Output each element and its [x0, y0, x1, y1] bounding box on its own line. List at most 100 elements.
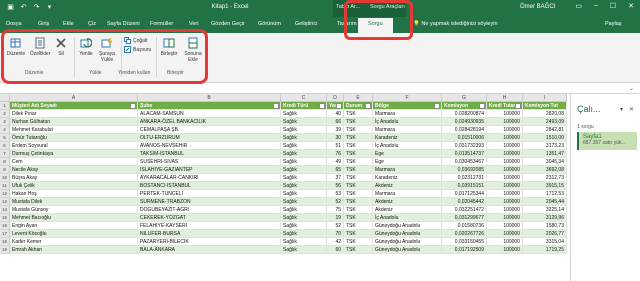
- table-cell[interactable]: 0,028200874: [442, 110, 487, 118]
- header-cell[interactable]: Komisyon Tut: [523, 102, 567, 110]
- maximize-icon[interactable]: ☐: [610, 2, 616, 10]
- table-cell[interactable]: Emrah Akhan: [10, 246, 138, 254]
- table-cell[interactable]: 0,020267726: [442, 230, 487, 238]
- table-cell[interactable]: 0,01510006: [442, 134, 487, 142]
- table-cell[interactable]: 3315,04: [523, 238, 567, 246]
- table-cell[interactable]: 70: [327, 230, 344, 238]
- table-cell[interactable]: Sağlık: [281, 118, 327, 126]
- tab-sayfa-duzeni[interactable]: Sayfa Düzeni: [107, 21, 140, 27]
- table-cell[interactable]: AYKARACALAR-CANKIRI: [138, 174, 281, 182]
- pane-dropdown-icon[interactable]: ▾: [620, 106, 623, 113]
- table-cell[interactable]: 100000: [487, 222, 523, 230]
- table-cell[interactable]: 2820,08: [523, 110, 567, 118]
- tab-veri[interactable]: Veri: [189, 21, 198, 27]
- table-cell[interactable]: İç Anadolu: [373, 142, 442, 150]
- row-number[interactable]: 7: [0, 150, 10, 158]
- share-button[interactable]: Paylaş: [605, 21, 622, 27]
- table-cell[interactable]: Karadeniz: [373, 174, 442, 182]
- table-cell[interactable]: 0,01580736: [442, 222, 487, 230]
- table-cell[interactable]: 100000: [487, 238, 523, 246]
- tab-ekle[interactable]: Ekle: [63, 21, 74, 27]
- table-cell[interactable]: 0,03692085: [442, 166, 487, 174]
- table-cell[interactable]: Sağlık: [281, 158, 327, 166]
- tab-gozden-gecir[interactable]: Gözden Geçir: [211, 21, 245, 27]
- table-cell[interactable]: Ege: [373, 158, 442, 166]
- row-number[interactable]: 3: [0, 118, 10, 126]
- filter-dropdown-icon[interactable]: [434, 103, 440, 109]
- filter-dropdown-icon[interactable]: [130, 103, 136, 109]
- row-number[interactable]: 17: [0, 230, 10, 238]
- column-header-h[interactable]: H: [487, 94, 523, 102]
- column-header-f[interactable]: F: [373, 94, 442, 102]
- table-cell[interactable]: 1580,73: [523, 222, 567, 230]
- table-cell[interactable]: 0,02045442: [442, 198, 487, 206]
- table-cell[interactable]: 100000: [487, 182, 523, 190]
- filter-dropdown-icon[interactable]: [479, 103, 485, 109]
- table-cell[interactable]: 2026,77: [523, 230, 567, 238]
- table-cell[interactable]: 0,032251472: [442, 206, 487, 214]
- table-cell[interactable]: 100000: [487, 158, 523, 166]
- table-cell[interactable]: TSK: [344, 150, 373, 158]
- table-cell[interactable]: Güneydoğu Anadolu: [373, 246, 442, 254]
- table-cell[interactable]: Sağlık: [281, 150, 327, 158]
- table-cell[interactable]: Mehmet Karabulut: [10, 126, 138, 134]
- formula-bar[interactable]: ⌄: [0, 84, 640, 94]
- table-cell[interactable]: 1719,25: [523, 246, 567, 254]
- table-cell[interactable]: NILUFER-BURSA: [138, 230, 281, 238]
- table-cell[interactable]: 39: [327, 126, 344, 134]
- table-cell[interactable]: 100000: [487, 246, 523, 254]
- table-cell[interactable]: OLTU-ERZURUM: [138, 134, 281, 142]
- table-cell[interactable]: 40: [327, 110, 344, 118]
- table-cell[interactable]: Levent Kösoğlu: [10, 230, 138, 238]
- row-number[interactable]: 12: [0, 190, 10, 198]
- table-cell[interactable]: 1712,53: [523, 190, 567, 198]
- table-cell[interactable]: ALACAM-SAMSUN: [138, 110, 281, 118]
- table-cell[interactable]: 0,017125344: [442, 190, 487, 198]
- table-cell[interactable]: Erdem Soyvural: [10, 142, 138, 150]
- table-cell[interactable]: TSK: [344, 126, 373, 134]
- table-cell[interactable]: 2312,73: [523, 174, 567, 182]
- row-number[interactable]: 10: [0, 174, 10, 182]
- table-cell[interactable]: 100000: [487, 198, 523, 206]
- table-cell[interactable]: Güneydoğu Anadolu: [373, 222, 442, 230]
- filter-dropdown-icon[interactable]: [273, 103, 279, 109]
- table-cell[interactable]: Necile Akay: [10, 166, 138, 174]
- user-name[interactable]: Ömer BAĞCI: [520, 4, 555, 10]
- row-number[interactable]: 15: [0, 214, 10, 222]
- table-cell[interactable]: Marmara: [373, 110, 442, 118]
- table-cell[interactable]: 100000: [487, 206, 523, 214]
- table-cell[interactable]: TSK: [344, 110, 373, 118]
- table-cell[interactable]: Engin Ayan: [10, 222, 138, 230]
- table-cell[interactable]: 100000: [487, 214, 523, 222]
- table-cell[interactable]: Sağlık: [281, 206, 327, 214]
- tab-formuller[interactable]: Formüller: [150, 21, 173, 27]
- row-number[interactable]: 1: [0, 102, 10, 110]
- table-cell[interactable]: Sağlık: [281, 246, 327, 254]
- row-number[interactable]: 4: [0, 126, 10, 134]
- table-cell[interactable]: ISLAHIYE-GAZIANTEP: [138, 166, 281, 174]
- table-cell[interactable]: 0,030453467: [442, 158, 487, 166]
- column-header-g[interactable]: G: [442, 94, 487, 102]
- table-cell[interactable]: 3173,23: [523, 142, 567, 150]
- table-cell[interactable]: Durmuş Çetinkaya: [10, 150, 138, 158]
- tab-ciz[interactable]: Çiz: [88, 21, 96, 27]
- table-cell[interactable]: TSK: [344, 174, 373, 182]
- column-header-b[interactable]: B: [138, 94, 281, 102]
- table-cell[interactable]: Sağlık: [281, 174, 327, 182]
- column-header-a[interactable]: A: [10, 94, 138, 102]
- ribbon-options-icon[interactable]: ▭: [575, 2, 582, 10]
- table-cell[interactable]: 0,031732393: [442, 142, 487, 150]
- table-cell[interactable]: 65: [327, 166, 344, 174]
- table-cell[interactable]: TSK: [344, 166, 373, 174]
- table-cell[interactable]: Marmara: [373, 126, 442, 134]
- table-cell[interactable]: TSK: [344, 190, 373, 198]
- table-cell[interactable]: 49: [327, 158, 344, 166]
- table-cell[interactable]: 52: [327, 222, 344, 230]
- tell-me-search[interactable]: 💡 Ne yapmak istediğinizi söyleyin: [413, 21, 498, 27]
- table-cell[interactable]: 51: [327, 142, 344, 150]
- table-cell[interactable]: 0,028428194: [442, 126, 487, 134]
- table-cell[interactable]: ANKARA-ÖZEL BANKACILIK: [138, 118, 281, 126]
- row-number[interactable]: 2: [0, 110, 10, 118]
- table-cell[interactable]: Sağlık: [281, 110, 327, 118]
- table-cell[interactable]: 75: [327, 206, 344, 214]
